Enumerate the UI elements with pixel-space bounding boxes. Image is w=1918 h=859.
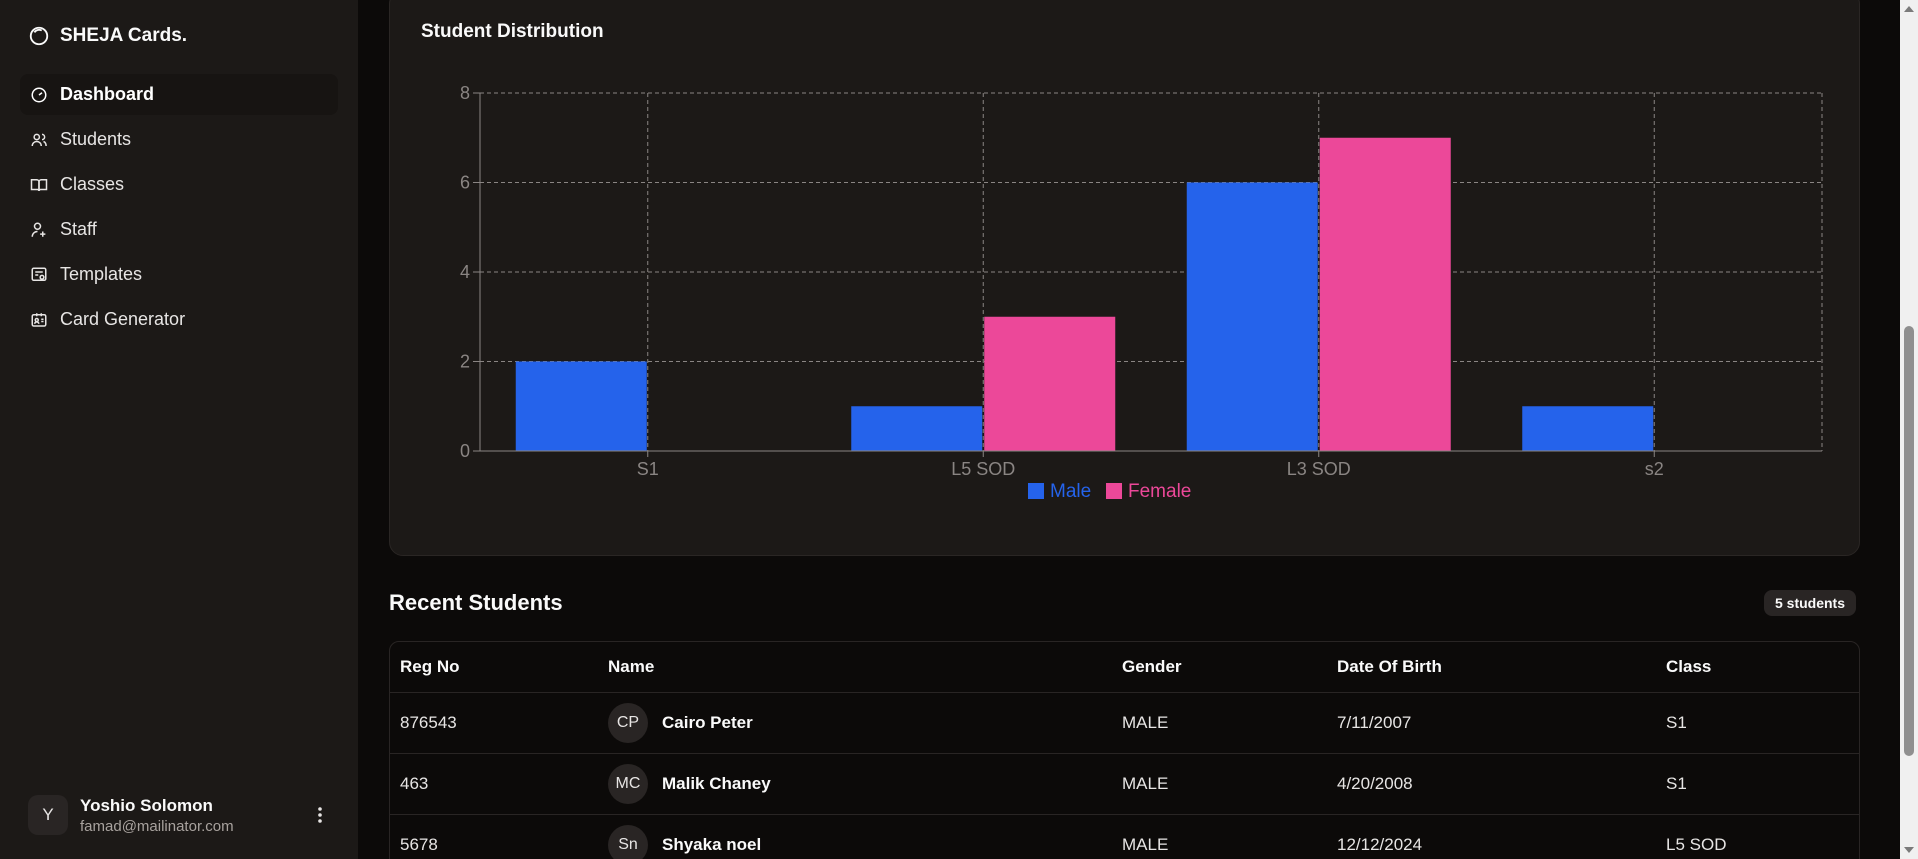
student-count-badge: 5 students xyxy=(1763,590,1856,616)
legend-label-male: Male xyxy=(1050,481,1091,502)
cell-dob: 12/12/2024 xyxy=(1327,814,1656,859)
bar-male-l5-sod xyxy=(851,406,983,451)
cell-gender: MALE xyxy=(1112,814,1327,859)
x-tick-label: L5 SOD xyxy=(951,459,1015,479)
cell-reg-no: 463 xyxy=(390,753,598,815)
student-avatar: CP xyxy=(608,702,648,743)
student-name-text: Cairo Peter xyxy=(662,712,753,732)
column-header-dob[interactable]: Date Of Birth xyxy=(1327,642,1656,693)
sidebar-item-label: Templates xyxy=(60,264,143,284)
cell-reg-no: 876543 xyxy=(390,692,598,754)
sidebar-item-students[interactable]: Students xyxy=(20,119,338,160)
student-avatar: MC xyxy=(608,763,648,804)
y-tick-label: 8 xyxy=(460,83,470,103)
sidebar-nav: Dashboard Students Classes Staff Templat… xyxy=(20,74,338,340)
table-row[interactable]: 876543 CP Cairo Peter MALE 7/11/2007 S1 xyxy=(390,692,1859,754)
table-header-row: Reg No Name Gender Date Of Birth Class xyxy=(390,642,1859,693)
circle-logo-icon xyxy=(29,26,49,46)
recent-students-title: Recent Students xyxy=(389,590,563,615)
more-options-button[interactable] xyxy=(310,805,330,825)
x-tick-label: s2 xyxy=(1645,459,1664,479)
sidebar-item-label: Staff xyxy=(60,219,97,239)
x-tick-label: L3 SOD xyxy=(1287,459,1351,479)
cell-class: L5 SOD xyxy=(1656,814,1859,859)
sidebar-item-card-generator[interactable]: Card Generator xyxy=(20,299,338,340)
cell-name: CP Cairo Peter xyxy=(598,692,1112,754)
table-row[interactable]: 463 MC Malik Chaney MALE 4/20/2008 S1 xyxy=(390,753,1859,815)
users-icon xyxy=(31,133,47,146)
y-tick-label: 6 xyxy=(460,173,470,193)
cell-name: Sn Shyaka noel xyxy=(598,814,1112,859)
vertical-scrollbar[interactable] xyxy=(1900,0,1918,859)
sidebar: SHEJA Cards. Dashboard Students Classes … xyxy=(0,0,358,859)
sidebar-item-label: Students xyxy=(60,129,132,149)
y-tick-label: 0 xyxy=(460,441,470,461)
cell-gender: MALE xyxy=(1112,753,1327,815)
bar-male-l3-sod xyxy=(1186,182,1318,451)
y-tick-label: 2 xyxy=(460,352,470,372)
main-content: Student Distribution 0 2 4 6 8 S1 L5 SOD L3 SOD… xyxy=(358,0,1918,859)
x-tick-label: S1 xyxy=(637,459,659,479)
avatar: Y xyxy=(28,795,68,835)
column-header-class[interactable]: Class xyxy=(1656,642,1859,693)
bar-female-l5-sod xyxy=(984,316,1116,451)
user-email: famad@mailinator.com xyxy=(80,817,234,835)
cell-gender: MALE xyxy=(1112,692,1327,754)
student-avatar: Sn xyxy=(608,824,648,859)
student-name: MC Malik Chaney xyxy=(608,763,1102,804)
scroll-down-arrow-icon[interactable] xyxy=(1904,847,1914,853)
book-open-icon xyxy=(30,178,48,191)
cell-class: S1 xyxy=(1656,753,1859,815)
more-vertical-icon xyxy=(318,807,322,823)
gauge-icon xyxy=(31,87,47,102)
cell-name: MC Malik Chaney xyxy=(598,753,1112,815)
user-profile[interactable]: Y Yoshio Solomon famad@mailinator.com xyxy=(28,795,330,835)
column-header-reg-no[interactable]: Reg No xyxy=(390,642,598,693)
student-distribution-card: Student Distribution 0 2 4 6 8 S1 L5 SOD L3 SOD… xyxy=(389,0,1860,556)
legend-swatch-male xyxy=(1028,483,1044,499)
recent-students-table: Reg No Name Gender Date Of Birth Class 8… xyxy=(389,641,1860,859)
user-info: Yoshio Solomon famad@mailinator.com xyxy=(80,796,298,835)
cell-class: S1 xyxy=(1656,692,1859,754)
sidebar-item-label: Dashboard xyxy=(60,84,155,104)
brand[interactable]: SHEJA Cards. xyxy=(28,24,338,48)
column-header-gender[interactable]: Gender xyxy=(1112,642,1327,693)
student-name-text: Malik Chaney xyxy=(662,773,771,793)
id-card-icon xyxy=(31,312,47,327)
legend-label-female: Female xyxy=(1128,481,1191,502)
bar-female-l3-sod xyxy=(1319,137,1451,451)
scrollbar-thumb[interactable] xyxy=(1904,326,1914,756)
sidebar-item-dashboard[interactable]: Dashboard xyxy=(20,74,338,115)
user-name: Yoshio Solomon xyxy=(80,795,213,815)
sidebar-item-label: Card Generator xyxy=(60,309,186,329)
table-row[interactable]: 5678 Sn Shyaka noel MALE 12/12/2024 L5 SO… xyxy=(390,814,1859,859)
app-root: SHEJA Cards. Dashboard Students Classes … xyxy=(0,0,1918,859)
cell-dob: 4/20/2008 xyxy=(1327,753,1656,815)
student-distribution-chart: 0 2 4 6 8 S1 L5 SOD L3 SOD s2 Male Female xyxy=(460,83,1823,502)
sidebar-item-classes[interactable]: Classes xyxy=(20,164,338,205)
legend-swatch-female xyxy=(1106,483,1122,499)
column-header-name[interactable]: Name xyxy=(598,642,1112,693)
sidebar-item-staff[interactable]: Staff xyxy=(20,209,338,250)
student-name: Sn Shyaka noel xyxy=(608,824,1102,859)
student-name-text: Shyaka noel xyxy=(662,834,762,854)
brand-name: SHEJA Cards. xyxy=(60,25,188,46)
user-plus-icon xyxy=(31,222,46,237)
sidebar-item-label: Classes xyxy=(60,174,125,194)
bar-male-s2 xyxy=(1522,406,1654,451)
sidebar-item-templates[interactable]: Templates xyxy=(20,254,338,295)
bar-male-s1 xyxy=(515,361,647,451)
cell-dob: 7/11/2007 xyxy=(1327,692,1656,754)
template-icon xyxy=(31,267,47,281)
cell-reg-no: 5678 xyxy=(390,814,598,859)
scroll-up-arrow-icon[interactable] xyxy=(1904,6,1914,12)
student-name: CP Cairo Peter xyxy=(608,702,1102,743)
y-tick-label: 4 xyxy=(460,262,470,282)
